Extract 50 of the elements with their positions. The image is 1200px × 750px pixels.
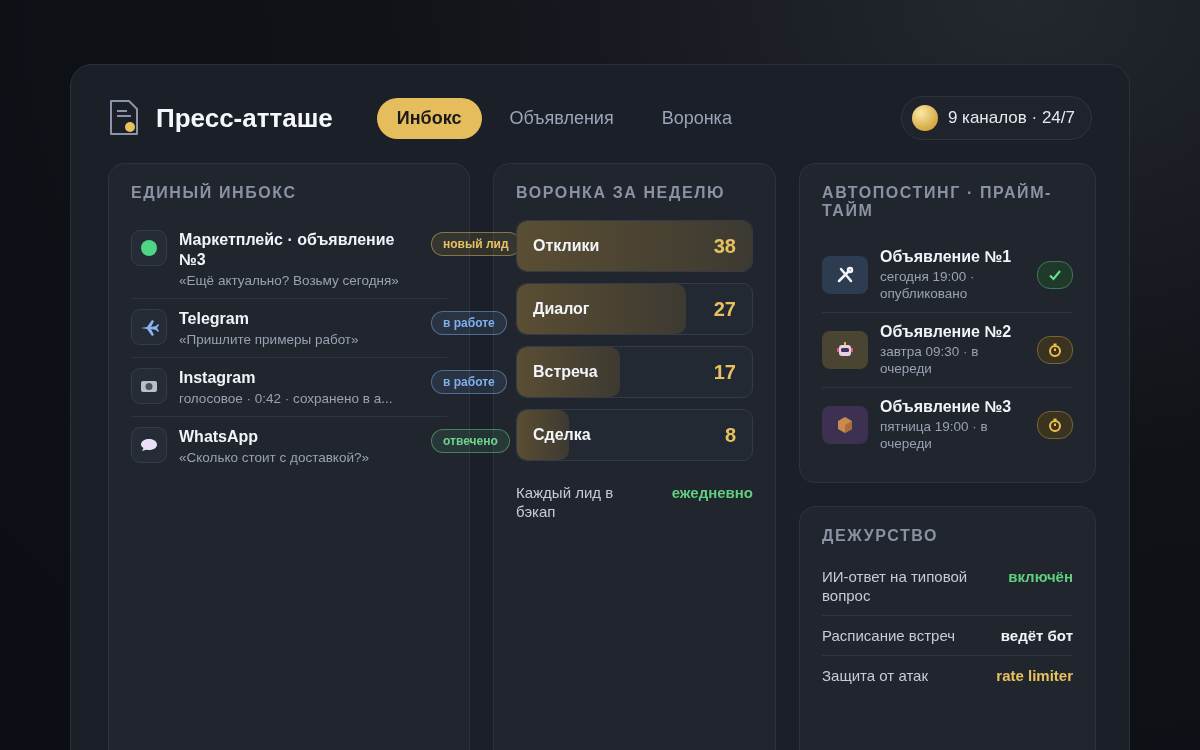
post-schedule: завтра 09:30 · в очереди xyxy=(880,343,980,377)
post-row[interactable]: Объявление №2 завтра 09:30 · в очереди xyxy=(822,313,1073,388)
backup-label: Каждый лид в бэкап xyxy=(516,483,615,521)
section-title: ВОРОНКА ЗА НЕДЕЛЮ xyxy=(516,184,727,202)
message-preview: «Пришлите примеры работ» xyxy=(179,332,360,347)
airplane-icon xyxy=(131,309,167,345)
box-icon xyxy=(822,406,868,444)
coin-icon xyxy=(911,105,938,131)
stage-count: 27 xyxy=(713,297,736,321)
post-title: Объявление №3 xyxy=(880,398,1013,416)
nav-tab[interactable]: Воронка xyxy=(641,97,752,139)
camera-icon xyxy=(131,368,167,404)
stage-label: Диалог xyxy=(533,300,590,318)
section-title: ДЕЖУРСТВО xyxy=(822,527,940,545)
stage-label: Сделка xyxy=(533,426,591,444)
setting-label: Защита от атак xyxy=(822,666,928,685)
post-schedule: сегодня 19:00 · опубликовано xyxy=(880,268,976,302)
channel-name: Telegram xyxy=(179,309,250,329)
stage-label: Отклики xyxy=(533,237,600,255)
channel-name: Маркетплейс · объявление №3 xyxy=(179,230,396,270)
section-title: АВТОПОСТИНГ · ПРАЙМ-ТАЙМ xyxy=(822,184,1053,220)
setting-value: rate limiter xyxy=(996,666,1073,685)
setting-value: включён xyxy=(1008,567,1073,586)
setting-value: ведёт бот xyxy=(1000,626,1073,645)
nav-tab[interactable]: Объявления xyxy=(489,97,634,139)
tools-icon xyxy=(822,256,868,294)
post-schedule: пятница 19:00 · в очереди xyxy=(880,418,989,452)
document-icon xyxy=(108,99,140,137)
stage-count: 8 xyxy=(724,423,736,447)
setting-label: Расписание встреч xyxy=(822,626,956,645)
post-title: Объявление №1 xyxy=(880,248,1013,266)
stage-count: 38 xyxy=(713,234,736,258)
message-preview: «Ещё актуально? Возьму сегодня» xyxy=(179,273,400,288)
stage-label: Встреча xyxy=(533,363,598,381)
chat-bubble-icon xyxy=(131,427,167,463)
nav-tab[interactable]: Инбокс xyxy=(376,97,482,139)
post-row[interactable]: Объявление №3 пятница 19:00 · в очереди xyxy=(822,388,1073,462)
backup-value: ежедневно xyxy=(671,483,753,502)
robot-icon xyxy=(822,331,868,369)
stage-count: 17 xyxy=(713,360,736,384)
app-title: Пресс-атташе xyxy=(156,102,333,134)
setting-label: ИИ-ответ на типовой вопрос xyxy=(822,567,969,605)
channel-name: WhatsApp xyxy=(179,427,260,447)
post-title: Объявление №2 xyxy=(880,323,1013,341)
channels-label: 9 каналов · 24/7 xyxy=(947,108,1075,128)
message-preview: «Сколько стоит с доставкой?» xyxy=(179,450,370,465)
channel-name: Instagram xyxy=(179,368,257,388)
message-preview: голосовое · 0:42 · сохранено в а... xyxy=(179,391,394,406)
section-title: ЕДИНЫЙ ИНБОКС xyxy=(131,184,298,202)
post-row[interactable]: Объявление №1 сегодня 19:00 · опубликовано xyxy=(822,238,1073,313)
